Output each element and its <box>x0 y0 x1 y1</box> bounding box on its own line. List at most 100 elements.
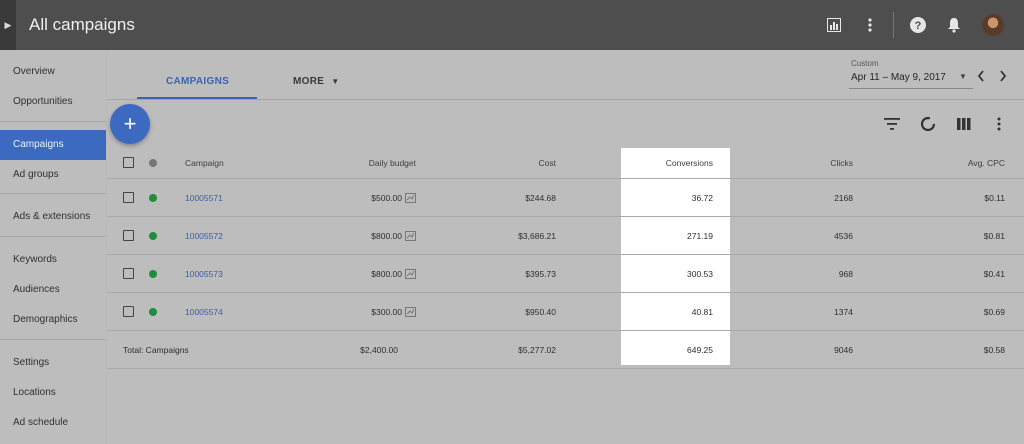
tab-more[interactable]: MORE ▼ <box>293 76 340 87</box>
row-checkbox[interactable] <box>123 229 134 241</box>
daily-budget-cell[interactable]: $800.00 <box>316 255 416 292</box>
table-row: 10005573 $800.00 $395.73 300.53 968 $0.4… <box>107 255 1024 293</box>
filter-icon[interactable] <box>882 114 902 134</box>
tab-active-indicator <box>137 97 257 99</box>
table-header-row: Campaign Daily budget Cost Conversions C… <box>107 148 1024 179</box>
budget-chart-icon[interactable] <box>405 306 416 317</box>
column-header-campaign[interactable]: Campaign <box>185 148 305 178</box>
tab-more-label: MORE <box>293 76 325 87</box>
totals-conversions: 649.25 <box>687 344 713 355</box>
topbar-divider <box>893 12 894 38</box>
sidebar-item-ad-schedule[interactable]: Ad schedule <box>0 408 106 438</box>
clicks-cell: 4536 <box>834 230 853 241</box>
totals-avg-cpc: $0.58 <box>983 344 1005 355</box>
cost-cell: $3,686.21 <box>518 230 556 241</box>
columns-icon[interactable] <box>954 114 974 134</box>
sidebar-item-locations[interactable]: Locations <box>0 378 106 408</box>
tab-campaigns[interactable]: CAMPAIGNS <box>166 76 229 87</box>
more-vert-icon[interactable] <box>861 16 879 34</box>
avg-cpc-cell: $0.69 <box>983 306 1005 317</box>
daily-budget-cell[interactable]: $800.00 <box>316 217 416 254</box>
daily-budget-value: $800.00 <box>371 230 402 241</box>
status-enabled-icon <box>149 231 157 240</box>
date-range-type: Custom <box>851 59 879 68</box>
status-header-icon <box>149 159 157 167</box>
column-header-clicks[interactable]: Clicks <box>763 148 853 178</box>
cost-cell: $244.68 <box>525 192 556 203</box>
date-dropdown-icon[interactable]: ▼ <box>959 72 967 81</box>
conversions-cell: 300.53 <box>687 268 713 279</box>
avg-cpc-cell: $0.11 <box>984 192 1005 203</box>
clicks-cell: 1374 <box>834 306 853 317</box>
daily-budget-value: $500.00 <box>371 192 402 203</box>
status-enabled-icon <box>149 193 157 202</box>
help-icon[interactable]: ? <box>909 16 927 34</box>
sidebar: Overview Opportunities Campaigns Ad grou… <box>0 50 106 444</box>
svg-text:?: ? <box>915 20 922 32</box>
sidebar-item-ads-extensions[interactable]: Ads & extensions <box>0 202 106 232</box>
cost-cell: $950.40 <box>525 306 556 317</box>
row-checkbox[interactable] <box>123 305 134 317</box>
table-row: 10005571 $500.00 $244.68 36.72 2168 $0.1… <box>107 179 1024 217</box>
daily-budget-value: $800.00 <box>371 268 402 279</box>
totals-clicks: 9046 <box>834 344 853 355</box>
status-enabled-icon <box>149 307 157 316</box>
campaign-name-link[interactable]: 10005572 <box>185 217 305 254</box>
budget-chart-icon[interactable] <box>405 192 416 203</box>
bar-chart-icon[interactable] <box>825 16 843 34</box>
sidebar-divider <box>0 193 106 194</box>
chevron-right-icon[interactable] <box>999 70 1007 85</box>
sidebar-item-settings[interactable]: Settings <box>0 348 106 378</box>
column-header-daily-budget[interactable]: Daily budget <box>316 148 416 178</box>
avatar[interactable] <box>982 14 1004 36</box>
campaign-name-link[interactable]: 10005574 <box>185 293 305 330</box>
tab-bar: CAMPAIGNS MORE ▼ Custom Apr 11 – May 9, … <box>107 50 1024 100</box>
sidebar-item-demographics[interactable]: Demographics <box>0 305 106 335</box>
sidebar-divider <box>0 339 106 340</box>
totals-cost: $5,277.02 <box>518 344 556 355</box>
add-campaign-button[interactable]: + <box>110 104 150 144</box>
column-header-conversions[interactable]: Conversions <box>621 148 713 178</box>
expand-sidebar-icon[interactable]: ▶ <box>0 0 16 50</box>
more-options-icon[interactable] <box>989 114 1009 134</box>
column-header-cost[interactable]: Cost <box>467 148 556 178</box>
sidebar-divider <box>0 121 106 122</box>
table-row: 10005574 $300.00 $950.40 40.81 1374 $0.6… <box>107 293 1024 331</box>
campaign-name-link[interactable]: 10005571 <box>185 179 305 216</box>
clicks-cell: 2168 <box>834 192 853 203</box>
cost-cell: $395.73 <box>525 268 556 279</box>
status-enabled-icon <box>149 269 157 278</box>
top-bar: ▶ All campaigns ? <box>0 0 1024 50</box>
sidebar-item-overview[interactable]: Overview <box>0 57 106 87</box>
conversions-cell: 36.72 <box>691 192 713 203</box>
chevron-left-icon[interactable] <box>977 70 985 85</box>
avg-cpc-cell: $0.41 <box>983 268 1005 279</box>
campaign-name-link[interactable]: 10005573 <box>185 255 305 292</box>
daily-budget-cell[interactable]: $300.00 <box>316 293 416 330</box>
budget-chart-icon[interactable] <box>405 230 416 241</box>
date-underline <box>849 88 973 89</box>
column-header-avg-cpc[interactable]: Avg. CPC <box>913 148 1005 178</box>
table-row: 10005572 $800.00 $3,686.21 271.19 4536 $… <box>107 217 1024 255</box>
row-checkbox[interactable] <box>123 267 134 279</box>
sidebar-item-audiences[interactable]: Audiences <box>0 275 106 305</box>
select-all-checkbox[interactable] <box>123 157 134 168</box>
avg-cpc-cell: $0.81 <box>983 230 1005 241</box>
date-range-selector[interactable]: Apr 11 – May 9, 2017 <box>851 72 946 83</box>
main-content: CAMPAIGNS MORE ▼ Custom Apr 11 – May 9, … <box>107 50 1024 444</box>
sidebar-item-opportunities[interactable]: Opportunities <box>0 87 106 117</box>
caret-down-icon: ▼ <box>331 77 340 86</box>
sidebar-item-keywords[interactable]: Keywords <box>0 245 106 275</box>
page-title: All campaigns <box>29 15 135 34</box>
budget-chart-icon[interactable] <box>405 268 416 279</box>
conversions-cell: 40.81 <box>691 306 713 317</box>
row-checkbox[interactable] <box>123 191 134 203</box>
conversions-cell: 271.19 <box>687 230 713 241</box>
sidebar-divider <box>0 236 106 237</box>
sidebar-item-campaigns[interactable]: Campaigns <box>0 130 106 160</box>
bell-icon[interactable] <box>945 16 963 34</box>
daily-budget-value: $300.00 <box>371 306 402 317</box>
segment-icon[interactable] <box>918 114 938 134</box>
daily-budget-cell[interactable]: $500.00 <box>316 179 416 216</box>
sidebar-item-ad-groups[interactable]: Ad groups <box>0 160 106 190</box>
